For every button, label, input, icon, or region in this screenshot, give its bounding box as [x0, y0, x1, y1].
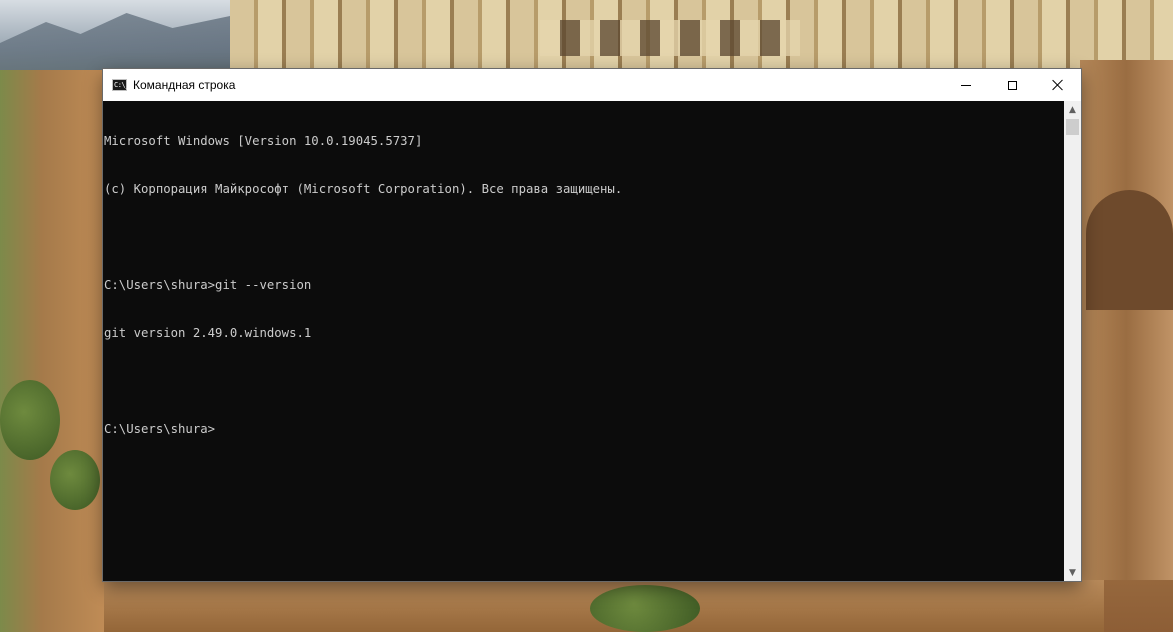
- minimize-button[interactable]: [943, 69, 989, 101]
- cmd-app-icon[interactable]: C:\_: [112, 79, 129, 91]
- scroll-down-icon[interactable]: ▼: [1064, 564, 1081, 581]
- minimize-icon: [961, 84, 971, 86]
- console-prompt-line[interactable]: C:\Users\shura>: [104, 421, 1064, 437]
- wallpaper-bush: [0, 380, 60, 460]
- console-text[interactable]: Microsoft Windows [Version 10.0.19045.57…: [103, 101, 1064, 469]
- console-line: Microsoft Windows [Version 10.0.19045.57…: [104, 134, 423, 148]
- maximize-button[interactable]: [989, 69, 1035, 101]
- console-line: (c) Корпорация Майкрософт (Microsoft Cor…: [104, 182, 623, 196]
- console-line: git version 2.49.0.windows.1: [104, 326, 312, 340]
- console-line: C:\Users\shura>git --version: [104, 278, 312, 292]
- wallpaper-bush: [590, 585, 700, 632]
- vertical-scrollbar[interactable]: ▲ ▼: [1064, 101, 1081, 581]
- window-title: Командная строка: [133, 78, 236, 92]
- wallpaper-bush: [50, 450, 100, 510]
- command-prompt-window[interactable]: C:\_ Командная строка Microsoft Windows …: [103, 69, 1081, 581]
- title-bar[interactable]: C:\_ Командная строка: [103, 69, 1081, 101]
- maximize-icon: [1007, 80, 1017, 90]
- close-button[interactable]: [1035, 69, 1081, 101]
- wallpaper-cliff: [0, 70, 105, 632]
- scroll-up-icon[interactable]: ▲: [1064, 101, 1081, 118]
- scrollbar-thumb[interactable]: [1066, 119, 1079, 135]
- wallpaper-arcade: [540, 20, 800, 56]
- console-output[interactable]: Microsoft Windows [Version 10.0.19045.57…: [103, 101, 1064, 581]
- close-icon: [1052, 79, 1064, 91]
- wallpaper-bridge-arch: [1086, 190, 1173, 310]
- wallpaper-bridge: [1080, 60, 1173, 580]
